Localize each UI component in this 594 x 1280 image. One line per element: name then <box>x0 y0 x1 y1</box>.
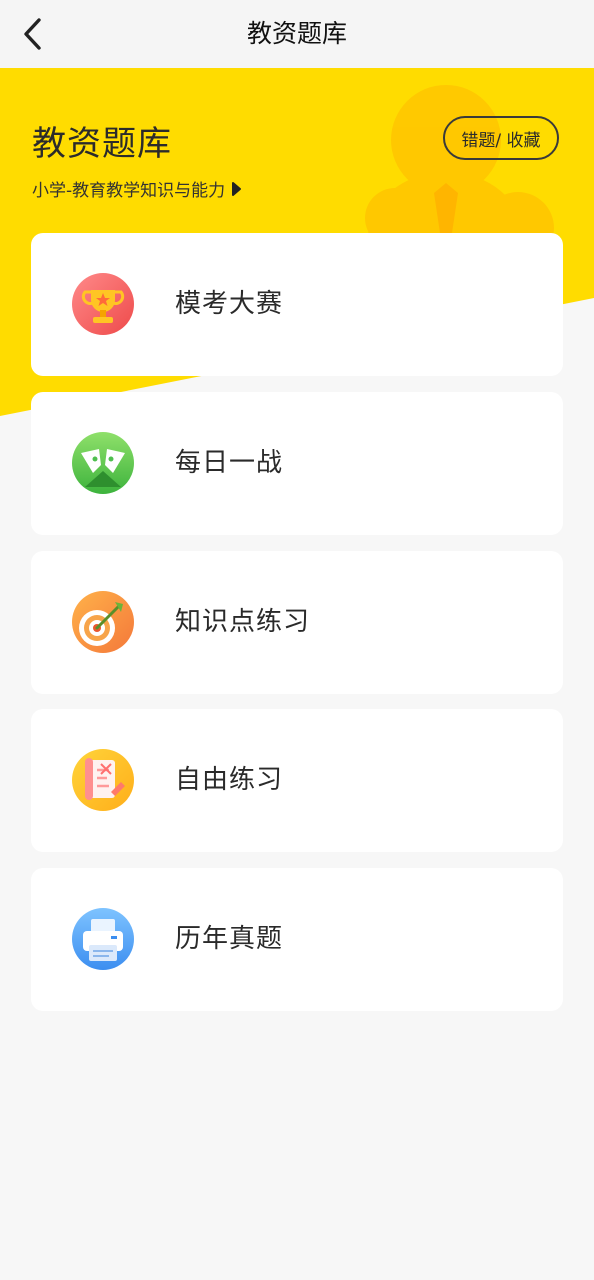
target-arrow-icon <box>72 591 134 653</box>
hero-title: 教资题库 <box>32 124 172 164</box>
nav-title: 教资题库 <box>246 19 347 48</box>
top-nav-bar: 教资题库 <box>0 0 594 68</box>
pen-nib-icon <box>72 432 134 494</box>
card-label: 模考大赛 <box>175 289 284 319</box>
card-knowledge-practice[interactable]: 知识点练习 <box>31 551 563 694</box>
card-past-exams[interactable]: 历年真题 <box>31 868 563 1011</box>
printer-icon <box>72 908 134 970</box>
card-label: 每日一战 <box>175 448 284 478</box>
card-label: 历年真题 <box>175 924 284 954</box>
subject-selector[interactable]: 小学-教育教学知识与能力 <box>32 176 243 201</box>
trophy-icon <box>72 273 134 335</box>
card-mock-exam[interactable]: 模考大赛 <box>31 233 563 376</box>
caret-right-icon <box>232 181 242 196</box>
subject-label: 小学-教育教学知识与能力 <box>32 181 226 201</box>
card-daily-challenge[interactable]: 每日一战 <box>31 392 563 535</box>
wrong-questions-favorites-button[interactable]: 错题/ 收藏 <box>443 116 559 160</box>
card-free-practice[interactable]: 自由练习 <box>31 709 563 852</box>
scroll-shuffle-icon <box>72 749 134 811</box>
card-label: 知识点练习 <box>175 607 311 637</box>
card-label: 自由练习 <box>175 765 284 795</box>
